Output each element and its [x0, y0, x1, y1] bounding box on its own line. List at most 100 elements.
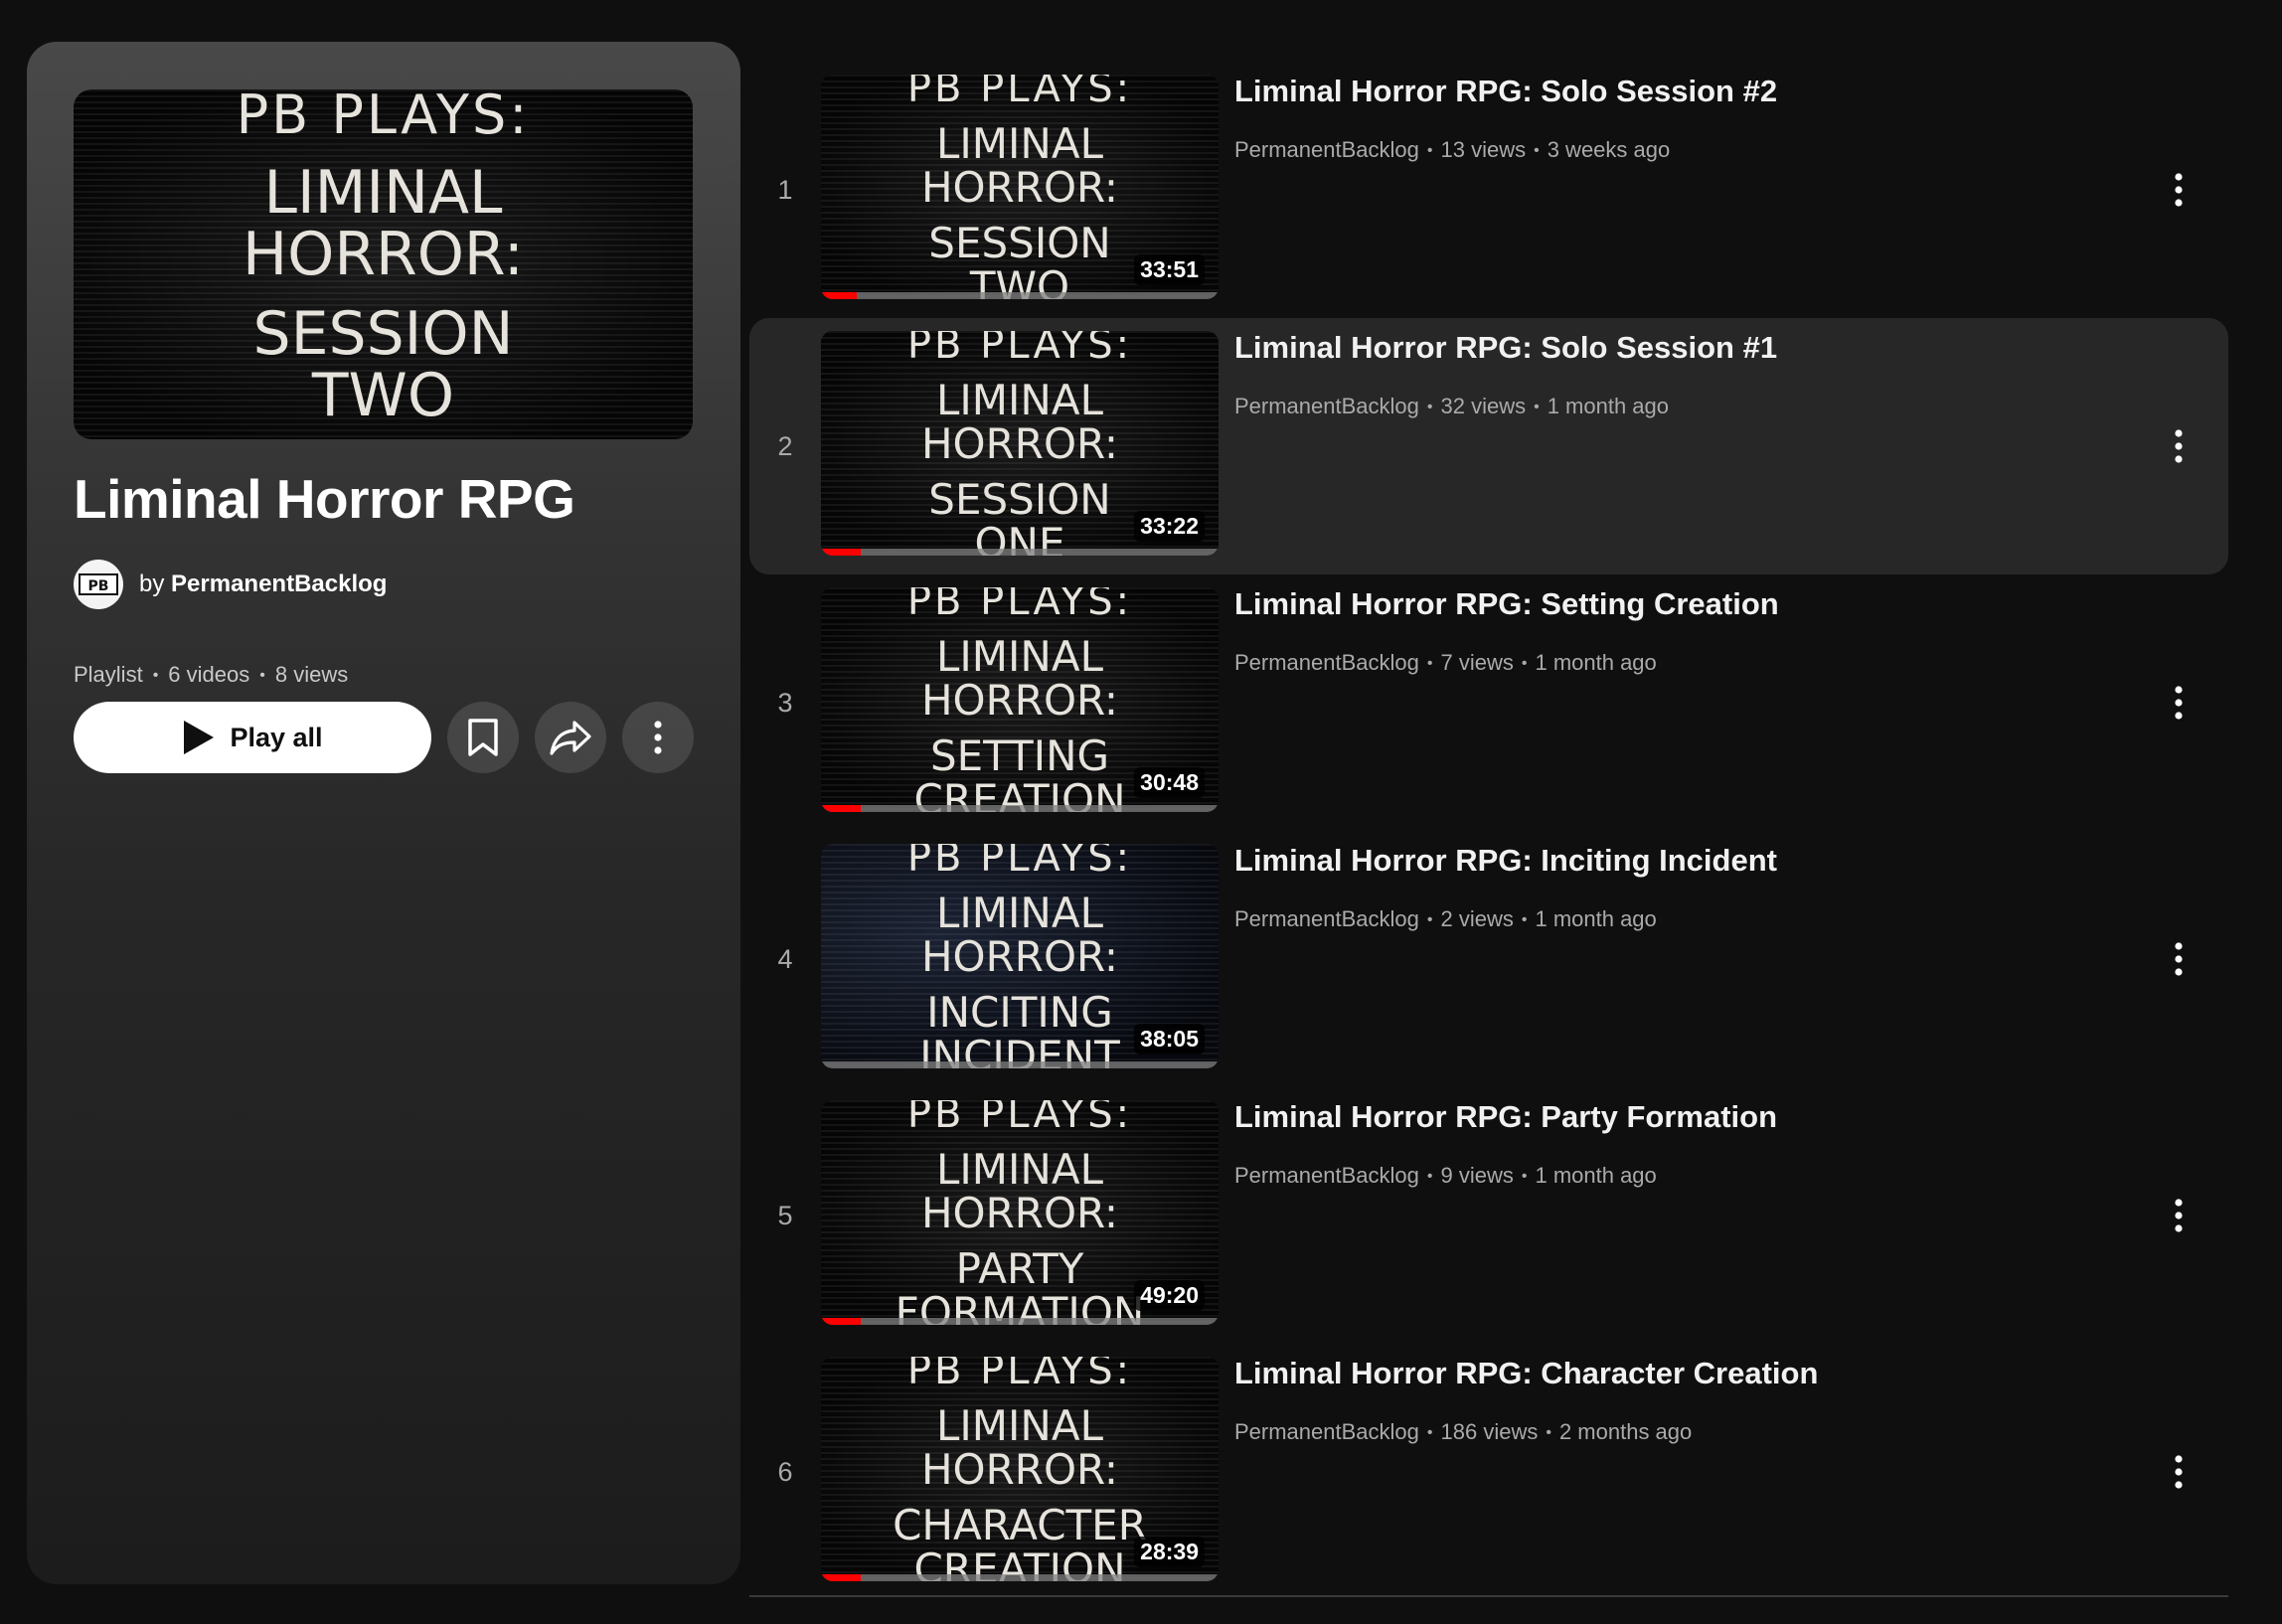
channel-name[interactable]: PermanentBacklog — [1234, 650, 1419, 675]
video-index: 5 — [777, 1200, 793, 1230]
video-title[interactable]: Liminal Horror RPG: Inciting Incident — [1234, 843, 1777, 879]
thumb-line: PB PLAYS: — [906, 587, 1133, 624]
video-views: 13 views — [1440, 137, 1527, 162]
video-thumbnail[interactable]: PB PLAYS: LIMINAL HORROR: SETTING CREATI… — [821, 587, 1219, 812]
share-icon — [550, 721, 591, 755]
more-vert-icon — [2175, 1199, 2183, 1232]
watch-progress-fill — [821, 549, 861, 556]
video-menu-button[interactable] — [2149, 1442, 2208, 1502]
playlist-header-panel: PB PLAYS: LIMINAL HORROR: SESSION TWO Li… — [27, 42, 740, 1584]
video-index: 3 — [777, 687, 793, 718]
thumb-line: PB PLAYS: — [906, 1357, 1133, 1393]
video-title[interactable]: Liminal Horror RPG: Character Creation — [1234, 1356, 1818, 1391]
channel-name[interactable]: PermanentBacklog — [1234, 1419, 1419, 1444]
thumb-line: TWO — [311, 361, 455, 430]
thumb-line: HORROR: — [920, 1189, 1119, 1237]
thumb-line: HORROR: — [920, 419, 1119, 468]
video-menu-button[interactable] — [2149, 673, 2208, 732]
video-title[interactable]: Liminal Horror RPG: Setting Creation — [1234, 586, 1779, 622]
playlist-video-row[interactable]: 6 PB PLAYS: LIMINAL HORROR: CHARACTER CR… — [749, 1344, 2228, 1600]
video-duration: 33:51 — [1134, 254, 1205, 285]
video-title[interactable]: Liminal Horror RPG: Party Formation — [1234, 1099, 1777, 1135]
separator-dot: • — [1534, 142, 1540, 160]
list-divider — [749, 1595, 2228, 1597]
video-menu-button[interactable] — [2149, 416, 2208, 476]
playlist-video-row[interactable]: 1 PB PLAYS: LIMINAL HORROR: SESSION TWO … — [749, 62, 2228, 318]
thumb-line: SESSION — [928, 475, 1111, 524]
playlist-thumbnail[interactable]: PB PLAYS: LIMINAL HORROR: SESSION TWO — [74, 89, 693, 439]
channel-name[interactable]: PermanentBacklog — [1234, 394, 1419, 418]
thumb-line: LIMINAL — [936, 1401, 1103, 1450]
video-views: 9 views — [1440, 1163, 1514, 1188]
watch-progress-fill — [821, 1318, 861, 1325]
separator-dot: • — [1521, 1168, 1528, 1186]
playlist-video-row[interactable]: 3 PB PLAYS: LIMINAL HORROR: SETTING CREA… — [749, 574, 2228, 831]
separator-dot: • — [1426, 399, 1433, 416]
thumbnail-art: PB PLAYS: LIMINAL HORROR: SESSION TWO — [74, 89, 693, 439]
owner-link[interactable]: PermanentBacklog — [171, 570, 387, 597]
video-duration: 33:22 — [1134, 511, 1205, 542]
more-actions-button[interactable] — [622, 702, 694, 773]
thumb-line: INCITING — [926, 988, 1113, 1037]
separator-dot: • — [1426, 142, 1433, 160]
separator-dot: • — [1426, 655, 1433, 673]
playlist-video-row[interactable]: 2 PB PLAYS: LIMINAL HORROR: SESSION ONE … — [749, 318, 2228, 574]
video-meta: PermanentBacklog • 2 views • 1 month ago — [1234, 906, 1657, 932]
video-age: 2 months ago — [1558, 1419, 1693, 1444]
video-thumbnail[interactable]: PB PLAYS: LIMINAL HORROR: INCITING INCID… — [821, 844, 1219, 1068]
separator-dot: • — [1534, 399, 1540, 416]
separator-dot: • — [1426, 911, 1433, 929]
thumb-line: HORROR: — [920, 1445, 1119, 1494]
more-vert-icon — [2175, 942, 2183, 976]
thumb-line: SESSION — [252, 299, 514, 369]
video-thumbnail[interactable]: PB PLAYS: LIMINAL HORROR: SESSION TWO 33… — [821, 75, 1219, 299]
owner-row: PB by PermanentBacklog — [74, 559, 387, 610]
video-age: 1 month ago — [1535, 1163, 1657, 1188]
video-thumbnail[interactable]: PB PLAYS: LIMINAL HORROR: PARTY FORMATIO… — [821, 1100, 1219, 1325]
video-thumbnail[interactable]: PB PLAYS: LIMINAL HORROR: CHARACTER CREA… — [821, 1357, 1219, 1581]
thumb-line: HORROR: — [920, 163, 1119, 212]
playlist-video-row[interactable]: 4 PB PLAYS: LIMINAL HORROR: INCITING INC… — [749, 831, 2228, 1087]
separator-dot: • — [1521, 911, 1528, 929]
more-vert-icon — [2175, 429, 2183, 463]
video-age: 3 weeks ago — [1547, 137, 1671, 162]
more-vert-icon — [2175, 1455, 2183, 1489]
video-index: 4 — [777, 943, 793, 974]
thumb-line: LIMINAL — [936, 889, 1103, 937]
video-index: 6 — [777, 1456, 793, 1487]
video-index: 1 — [777, 174, 793, 205]
video-menu-button[interactable] — [2149, 1186, 2208, 1245]
more-vert-icon — [2175, 173, 2183, 207]
channel-name[interactable]: PermanentBacklog — [1234, 137, 1419, 162]
avatar[interactable]: PB — [74, 560, 123, 609]
share-button[interactable] — [535, 702, 606, 773]
watch-progress-bar — [821, 549, 1219, 556]
play-all-button[interactable]: Play all — [74, 702, 431, 773]
video-title[interactable]: Liminal Horror RPG: Solo Session #1 — [1234, 330, 1777, 366]
play-icon — [184, 721, 215, 754]
video-age: 1 month ago — [1547, 394, 1670, 418]
more-vert-icon — [2175, 686, 2183, 720]
video-duration: 30:48 — [1134, 767, 1205, 798]
playlist-video-row[interactable]: 5 PB PLAYS: LIMINAL HORROR: PARTY FORMAT… — [749, 1087, 2228, 1344]
video-title[interactable]: Liminal Horror RPG: Solo Session #2 — [1234, 74, 1777, 109]
video-thumbnail[interactable]: PB PLAYS: LIMINAL HORROR: SESSION ONE 33… — [821, 331, 1219, 556]
watch-progress-fill — [821, 292, 857, 299]
channel-name[interactable]: PermanentBacklog — [1234, 906, 1419, 931]
channel-name[interactable]: PermanentBacklog — [1234, 1163, 1419, 1188]
separator-dot: • — [1546, 1424, 1551, 1442]
watch-progress-fill — [821, 805, 861, 812]
video-age: 1 month ago — [1535, 650, 1657, 675]
channel-logo-icon: PB — [79, 573, 118, 595]
thumb-line: PB PLAYS: — [906, 1100, 1133, 1137]
video-menu-button[interactable] — [2149, 929, 2208, 989]
separator-dot: • — [1426, 1168, 1433, 1186]
bookmark-icon — [468, 719, 498, 756]
thumb-line: LIMINAL — [936, 376, 1103, 424]
save-playlist-button[interactable] — [447, 702, 519, 773]
video-meta: PermanentBacklog • 7 views • 1 month ago — [1234, 650, 1657, 676]
video-menu-button[interactable] — [2149, 160, 2208, 220]
video-duration: 28:39 — [1134, 1537, 1205, 1567]
thumb-line: LIMINAL — [263, 158, 503, 228]
separator-dot: • — [259, 667, 265, 685]
